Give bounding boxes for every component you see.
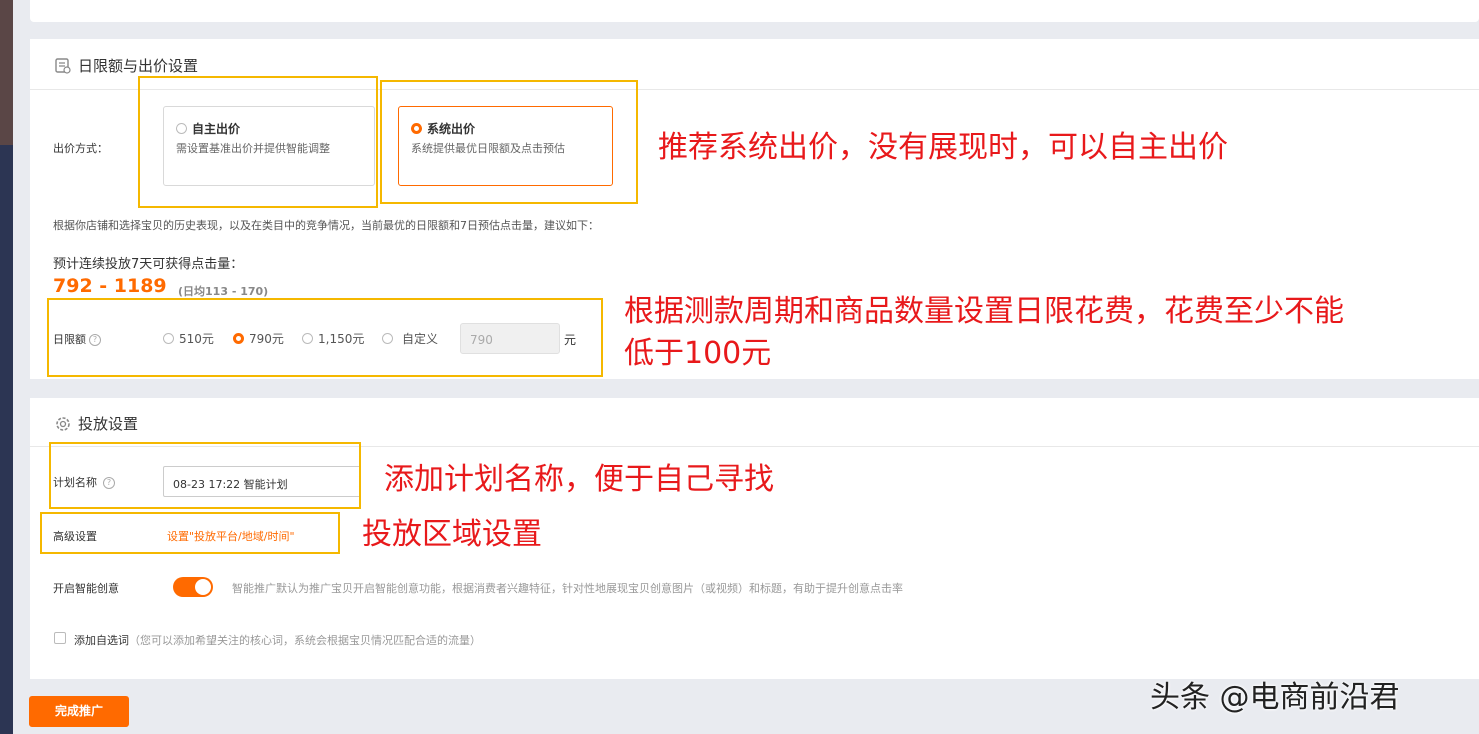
highlight-box-daily-limit bbox=[47, 298, 603, 377]
annotation-daily-limit-1: 根据测款周期和商品数量设置日限花费，花费至少不能 bbox=[624, 294, 1344, 329]
custom-words-checkbox[interactable] bbox=[54, 632, 66, 644]
highlight-box-system-bid bbox=[380, 80, 638, 204]
custom-words-label: 添加自选词 bbox=[74, 634, 129, 647]
recommend-text: 根据你店铺和选择宝贝的历史表现，以及在类目中的竞争情况，当前最优的日限额和7日预… bbox=[53, 219, 599, 232]
annotation-advanced: 投放区域设置 bbox=[362, 517, 542, 552]
annotation-plan-name: 添加计划名称，便于自己寻找 bbox=[384, 462, 774, 497]
smart-creative-toggle[interactable] bbox=[173, 577, 213, 597]
highlight-box-plan-name bbox=[49, 442, 361, 509]
watermark: 头条 @电商前沿君 bbox=[1150, 680, 1400, 715]
annotation-bid: 推荐系统出价，没有展现时，可以自主出价 bbox=[658, 130, 1228, 165]
budget-section-header: 日限额与出价设置 bbox=[54, 55, 198, 76]
custom-words-desc: （您可以添加希望关注的核心词，系统会根据宝贝情况匹配合适的流量） bbox=[129, 634, 481, 647]
top-card bbox=[30, 0, 1479, 22]
left-sidebar-top bbox=[0, 0, 13, 145]
forecast-daily: (日均113 - 170) bbox=[178, 285, 269, 298]
delivery-section-title: 投放设置 bbox=[78, 415, 139, 433]
smart-creative-desc: 智能推广默认为推广宝贝开启智能创意功能，根据消费者兴趣特征，针对性地展现宝贝创意… bbox=[232, 582, 903, 595]
gear-icon bbox=[56, 416, 70, 431]
forecast-range: 792 - 1189 bbox=[53, 275, 167, 297]
delivery-section-header: 投放设置 bbox=[54, 413, 138, 434]
custom-words: 添加自选词（您可以添加希望关注的核心词，系统会根据宝贝情况匹配合适的流量） bbox=[74, 632, 481, 648]
budget-section-title: 日限额与出价设置 bbox=[78, 57, 199, 75]
toggle-knob bbox=[195, 579, 211, 595]
forecast-label: 预计连续投放7天可获得点击量： bbox=[53, 257, 244, 272]
budget-icon bbox=[55, 57, 71, 74]
highlight-box-advanced bbox=[40, 512, 340, 554]
done-button[interactable]: 完成推广 bbox=[29, 696, 129, 727]
highlight-box-manual-bid bbox=[138, 76, 378, 208]
bid-method-label: 出价方式： bbox=[53, 142, 108, 155]
annotation-daily-limit-2: 低于100元 bbox=[624, 336, 772, 371]
smart-creative-label: 开启智能创意 bbox=[53, 582, 119, 595]
